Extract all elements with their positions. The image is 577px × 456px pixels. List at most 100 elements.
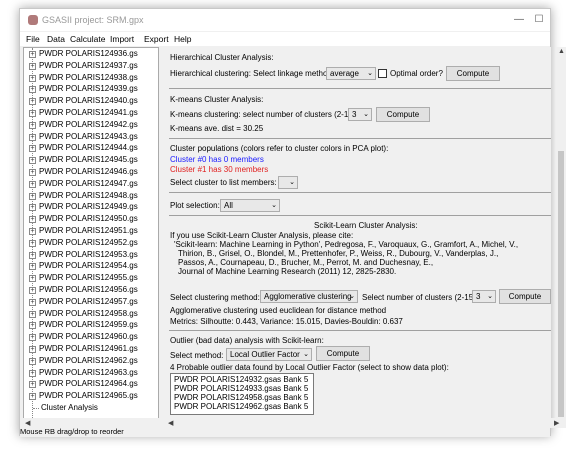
tree-item[interactable]: + PWDR POLARIS124965.gs: [24, 391, 156, 402]
tree-item[interactable]: + PWDR POLARIS124940.gs: [24, 96, 156, 107]
expand-icon[interactable]: +: [29, 86, 36, 94]
expand-icon[interactable]: +: [29, 239, 36, 247]
tree-item-label: PWDR POLARIS124952.gs: [39, 237, 138, 247]
expand-icon[interactable]: +: [29, 169, 36, 176]
tree-item[interactable]: + PWDR POLARIS124939.gs: [24, 84, 156, 95]
tree-item[interactable]: + PWDR POLARIS124961.gs: [24, 344, 156, 355]
tree-item[interactable]: + PWDR POLARIS124937.gs: [24, 61, 156, 72]
tree-item[interactable]: + PWDR POLARIS124953.gs: [24, 250, 156, 261]
tree-item[interactable]: + PWDR POLARIS124950.gs: [24, 214, 156, 225]
list-item[interactable]: PWDR POLARIS124962.gsas Bank 5: [174, 402, 308, 411]
menu-help[interactable]: Help: [174, 34, 191, 44]
tree-item[interactable]: + PWDR POLARIS124963.gs: [24, 368, 156, 379]
clustering-method-value: Agglomerative clustering: [264, 292, 352, 301]
kmeans-compute-button[interactable]: Compute: [376, 107, 430, 122]
list-item[interactable]: PWDR POLARIS124932.gsas Bank 5: [174, 375, 308, 384]
expand-icon[interactable]: +: [29, 369, 36, 377]
expand-icon[interactable]: +: [29, 381, 36, 389]
expand-icon[interactable]: +: [29, 133, 36, 141]
expand-icon[interactable]: +: [29, 298, 36, 306]
menu-import[interactable]: Import: [110, 34, 134, 44]
linkage-method-select[interactable]: average ⌄: [326, 67, 376, 80]
tree-item[interactable]: + PWDR POLARIS124956.gs: [24, 285, 156, 296]
expand-icon[interactable]: +: [29, 251, 36, 259]
sklearn-clusters-select[interactable]: 3 ⌄: [472, 290, 496, 303]
tree-item[interactable]: + PWDR POLARIS124936.gs: [24, 49, 156, 60]
expand-icon[interactable]: +: [29, 192, 36, 200]
scroll-left-icon[interactable]: ◀: [168, 419, 173, 427]
chevron-down-icon: ⌄: [487, 293, 493, 300]
expand-icon[interactable]: +: [29, 180, 36, 188]
tree-item[interactable]: + PWDR POLARIS124958.gs: [24, 309, 156, 320]
hierarchical-compute-button[interactable]: Compute: [446, 66, 500, 81]
menu-data[interactable]: Data: [47, 34, 65, 44]
tree-item[interactable]: + PWDR POLARIS124946.gs: [24, 167, 156, 178]
maximize-icon[interactable]: ☐: [532, 13, 546, 27]
expand-icon[interactable]: +: [29, 275, 36, 283]
expand-icon[interactable]: +: [29, 346, 36, 353]
tree-item[interactable]: + PWDR POLARIS124948.gs: [24, 191, 156, 202]
scroll-left-icon[interactable]: ◀: [25, 419, 30, 427]
expand-icon[interactable]: +: [29, 357, 36, 365]
clustering-method-select[interactable]: Agglomerative clustering ⌄: [260, 290, 358, 303]
menu-file[interactable]: File: [26, 34, 40, 44]
tree-item[interactable]: + PWDR POLARIS124947.gs: [24, 179, 156, 190]
plot-selection-select[interactable]: All ⌄: [220, 199, 280, 212]
tree-item-label: PWDR POLARIS124946.gs: [39, 167, 138, 176]
tree-item[interactable]: + PWDR POLARIS124957.gs: [24, 297, 156, 308]
panel-horizontal-scrollbar[interactable]: ◀ ▶: [166, 418, 566, 428]
menu-calculate[interactable]: Calculate: [70, 34, 105, 44]
tree-item-label: PWDR POLARIS124937.gs: [39, 60, 138, 70]
expand-icon[interactable]: +: [29, 145, 36, 153]
tree-item[interactable]: + PWDR POLARIS124951.gs: [24, 226, 156, 237]
tree-item[interactable]: + PWDR POLARIS124949.gs: [24, 202, 156, 213]
tree-item[interactable]: + PWDR POLARIS124941.gs: [24, 108, 156, 119]
list-item[interactable]: PWDR POLARIS124958.gsas Bank 5: [174, 393, 308, 402]
kmeans-clusters-select[interactable]: 3 ⌄: [348, 108, 372, 121]
expand-icon[interactable]: +: [29, 310, 36, 318]
outlier-list[interactable]: PWDR POLARIS124932.gsas Bank 5 PWDR POLA…: [170, 373, 314, 415]
scroll-right-icon[interactable]: ▶: [554, 419, 559, 427]
expand-icon[interactable]: +: [29, 287, 36, 294]
tree-item[interactable]: + PWDR POLARIS124955.gs: [24, 273, 156, 284]
expand-icon[interactable]: +: [29, 62, 36, 70]
tree-item-cluster-analysis[interactable]: Cluster Analysis: [24, 403, 156, 414]
list-item[interactable]: PWDR POLARIS124933.gsas Bank 5: [174, 384, 308, 393]
outlier-method-select[interactable]: Local Outlier Factor ⌄: [226, 348, 312, 361]
menu-export[interactable]: Export: [144, 34, 169, 44]
minimize-icon[interactable]: —: [512, 13, 526, 27]
expand-icon[interactable]: +: [29, 393, 36, 401]
expand-icon[interactable]: +: [29, 157, 36, 165]
tree-item[interactable]: + PWDR POLARIS124952.gs: [24, 238, 156, 249]
tree-item[interactable]: + PWDR POLARIS124944.gs: [24, 143, 156, 154]
expand-icon[interactable]: +: [29, 51, 36, 58]
tree-item[interactable]: + PWDR POLARIS124964.gs: [24, 379, 156, 390]
tree-item[interactable]: + PWDR POLARIS124954.gs: [24, 261, 156, 272]
panel-vertical-scrollbar[interactable]: ▲: [556, 47, 566, 419]
tree-item[interactable]: + PWDR POLARIS124962.gs: [24, 356, 156, 367]
scrollbar-thumb[interactable]: [558, 151, 564, 417]
cluster-members-select[interactable]: ⌄: [278, 176, 298, 189]
tree-item[interactable]: + PWDR POLARIS124943.gs: [24, 132, 156, 143]
expand-icon[interactable]: +: [29, 110, 36, 117]
expand-icon[interactable]: +: [29, 74, 36, 82]
linkage-method-value: average: [330, 69, 359, 78]
expand-icon[interactable]: +: [29, 228, 36, 235]
expand-icon[interactable]: +: [29, 216, 36, 224]
sklearn-compute-button[interactable]: Compute: [499, 289, 551, 304]
expand-icon[interactable]: +: [29, 204, 36, 212]
tree-item[interactable]: + PWDR POLARIS124938.gs: [24, 73, 156, 84]
tree-item[interactable]: + PWDR POLARIS124959.gs: [24, 320, 156, 331]
scroll-up-icon[interactable]: ▲: [558, 48, 565, 55]
expand-icon[interactable]: +: [29, 322, 36, 330]
tree-item[interactable]: + PWDR POLARIS124945.gs: [24, 155, 156, 166]
expand-icon[interactable]: +: [29, 263, 36, 271]
expand-icon[interactable]: +: [29, 98, 36, 106]
tree-item[interactable]: + PWDR POLARIS124960.gs: [24, 332, 156, 343]
expand-icon[interactable]: +: [29, 334, 36, 342]
tree-item[interactable]: + PWDR POLARIS124942.gs: [24, 120, 156, 131]
optimal-order-checkbox[interactable]: [378, 69, 387, 78]
project-tree[interactable]: + PWDR POLARIS124936.gs + PWDR POLARIS12493…: [23, 47, 159, 419]
expand-icon[interactable]: +: [29, 121, 36, 129]
outlier-compute-button[interactable]: Compute: [316, 346, 370, 361]
